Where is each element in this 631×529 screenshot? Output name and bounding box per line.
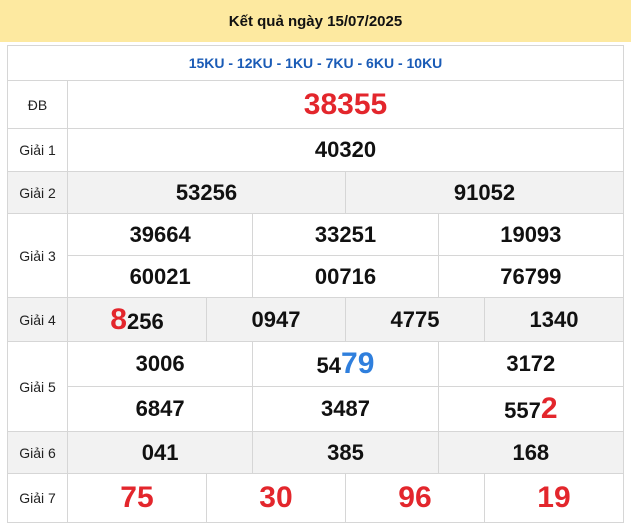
special-prize-number: 38355 (67, 80, 624, 129)
label-g6: Giải 6 (7, 431, 68, 474)
label-g2: Giải 2 (7, 171, 68, 214)
sixth-prize-number: 168 (437, 431, 625, 474)
label-g7: Giải 7 (7, 473, 68, 523)
fifth-prize-number: 6847 (66, 386, 254, 432)
number-part: 557 (504, 398, 541, 423)
third-prize-number: 60021 (66, 255, 254, 298)
results-page: Kết quả ngày 15/07/2025 15KU - 12KU - 1K… (0, 0, 631, 529)
third-prize-number: 19093 (437, 213, 625, 256)
sixth-prize-number: 041 (66, 431, 254, 474)
sixth-prize-number: 385 (252, 431, 439, 474)
third-prize-number: 33251 (252, 213, 439, 256)
fifth-prize-number: 3172 (437, 341, 625, 387)
second-prize-number: 91052 (344, 171, 625, 214)
fifth-prize-number: 5572 (437, 386, 625, 432)
fifth-prize-number: 3006 (66, 341, 254, 387)
number-part: 256 (126, 308, 164, 334)
first-prize-number: 40320 (67, 128, 624, 172)
third-prize-number: 00716 (252, 255, 439, 298)
fifth-prize-number: 5479 (252, 341, 439, 387)
results-table: 15KU - 12KU - 1KU - 7KU - 6KU - 10KU ĐB … (7, 45, 625, 523)
label-g1: Giải 1 (7, 128, 68, 172)
third-prize-number: 39664 (66, 213, 254, 256)
number-part: 54 (316, 353, 342, 378)
second-prize-number: 53256 (67, 171, 346, 214)
label-db: ĐB (7, 80, 68, 129)
seventh-prize-number: 75 (67, 473, 207, 523)
fourth-prize-number: 1340 (483, 297, 625, 342)
seventh-prize-number: 96 (344, 473, 485, 523)
fourth-prize-number: 8256 (67, 297, 207, 342)
label-g4: Giải 4 (7, 297, 68, 342)
draw-codes: 15KU - 12KU - 1KU - 7KU - 6KU - 10KU (7, 45, 624, 81)
seventh-prize-number: 30 (205, 473, 346, 523)
highlight-digit: 8 (110, 302, 127, 336)
fourth-prize-number: 4775 (344, 297, 485, 342)
highlight-digit: 2 (540, 392, 558, 425)
fifth-prize-number: 3487 (252, 386, 439, 432)
label-g3: Giải 3 (7, 213, 68, 298)
page-title: Kết quả ngày 15/07/2025 (0, 0, 631, 42)
fourth-prize-number: 0947 (205, 297, 346, 342)
third-prize-number: 76799 (437, 255, 625, 298)
highlight-digits: 79 (341, 347, 375, 380)
label-g5: Giải 5 (7, 341, 68, 432)
seventh-prize-number: 19 (483, 473, 625, 523)
